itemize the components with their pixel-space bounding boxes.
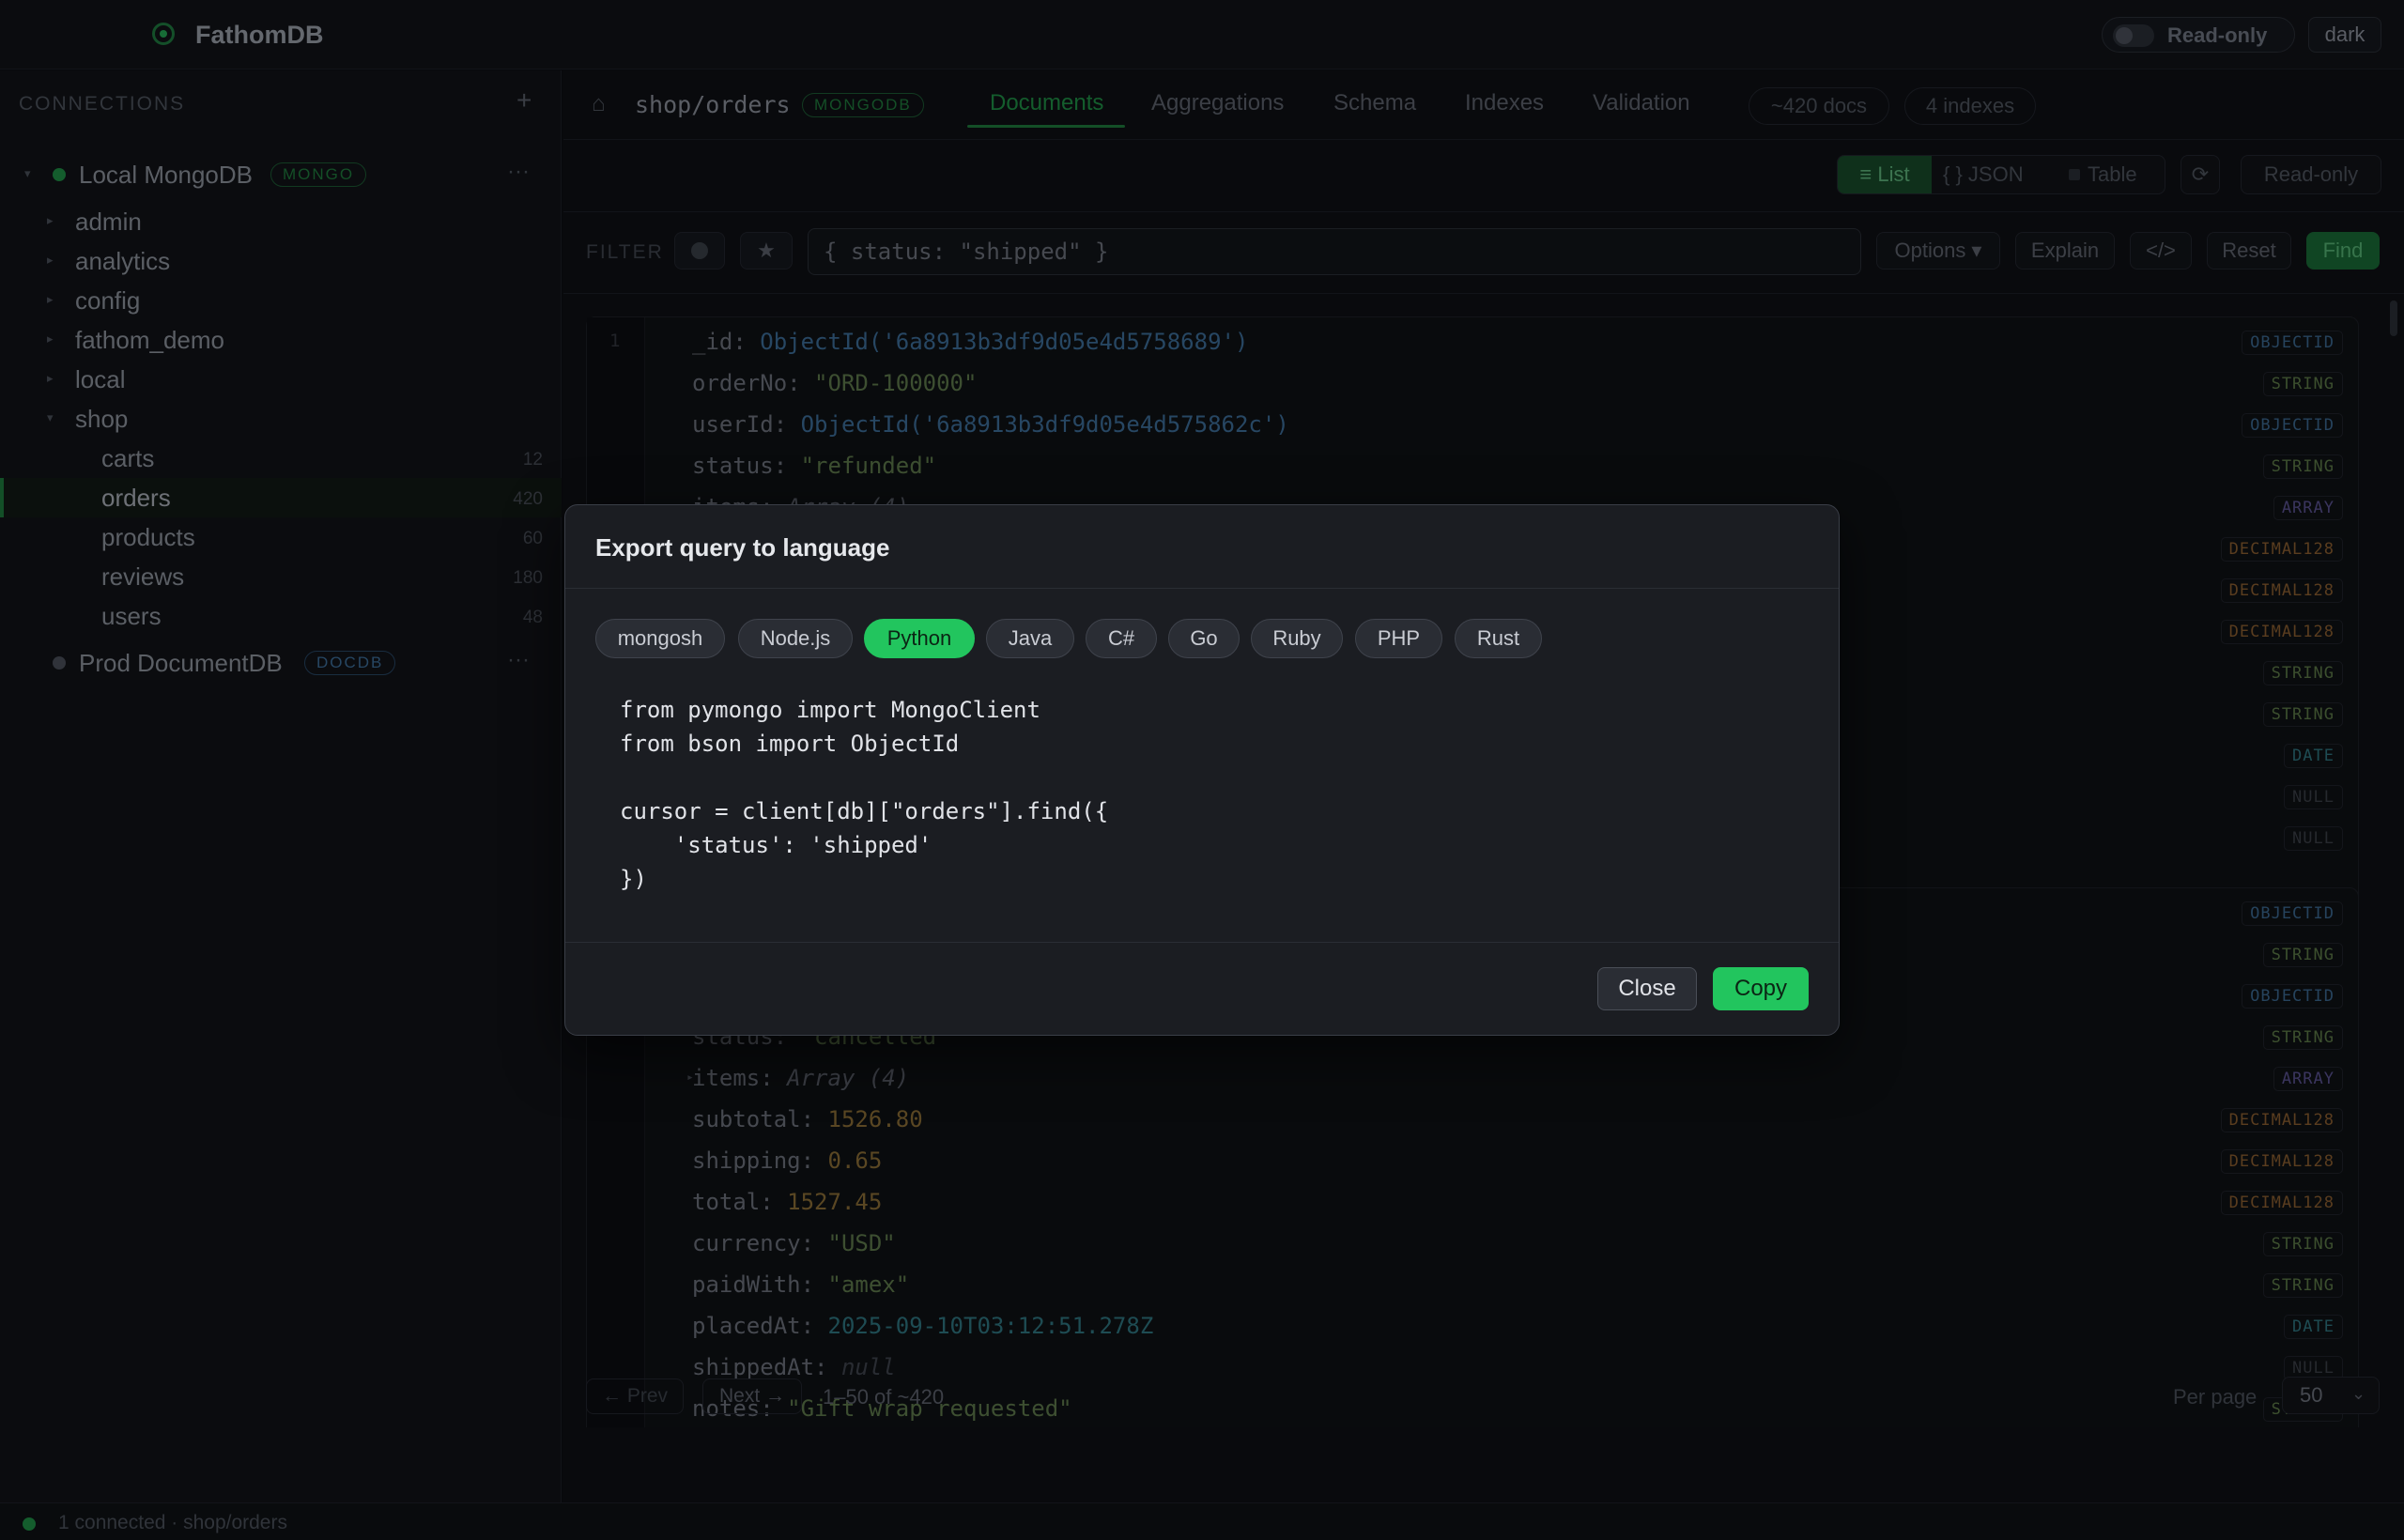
divider [565,942,1839,943]
lang-nodejs[interactable]: Node.js [738,619,853,658]
dialog-title: Export query to language [595,533,890,562]
code-preview[interactable]: from pymongo import MongoClient from bso… [620,693,1108,896]
lang-mongosh[interactable]: mongosh [595,619,725,658]
lang-go[interactable]: Go [1168,619,1240,658]
lang-php[interactable]: PHP [1355,619,1442,658]
divider [565,588,1839,589]
lang-csharp[interactable]: C# [1086,619,1157,658]
close-button[interactable]: Close [1597,967,1697,1010]
lang-python[interactable]: Python [864,619,975,658]
lang-rust[interactable]: Rust [1455,619,1542,658]
copy-button[interactable]: Copy [1713,967,1809,1010]
lang-ruby[interactable]: Ruby [1251,619,1343,658]
lang-java[interactable]: Java [986,619,1074,658]
export-query-dialog: Export query to language mongosh Node.js… [564,504,1840,1036]
